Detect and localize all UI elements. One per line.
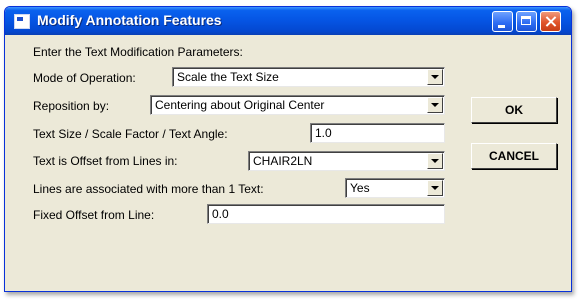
modify-annotation-dialog: Modify Annotation Features Enter the Tex… (4, 6, 572, 292)
minimize-icon[interactable] (492, 11, 513, 32)
text-size-value: 1.0 (315, 126, 332, 140)
window-title: Modify Annotation Features (37, 12, 222, 28)
ok-button[interactable]: OK (471, 97, 557, 123)
maximize-icon[interactable] (516, 11, 537, 32)
offset-lines-label: Text is Offset from Lines in: (33, 154, 178, 168)
chevron-down-icon[interactable] (427, 97, 443, 113)
reposition-by-label: Reposition by: (33, 99, 110, 113)
multi-text-label: Lines are associated with more than 1 Te… (33, 182, 264, 196)
chevron-down-icon[interactable] (427, 153, 443, 169)
chevron-down-icon[interactable] (427, 180, 443, 196)
text-size-label: Text Size / Scale Factor / Text Angle: (33, 127, 228, 141)
fixed-offset-input[interactable]: 0.0 (207, 204, 445, 224)
mode-of-operation-select[interactable]: Scale the Text Size (172, 67, 445, 87)
close-icon[interactable] (540, 11, 561, 32)
reposition-by-select[interactable]: Centering about Original Center (150, 95, 445, 115)
text-size-input[interactable]: 1.0 (310, 123, 445, 143)
window-app-icon[interactable] (14, 14, 30, 29)
mode-of-operation-label: Mode of Operation: (33, 71, 136, 85)
fixed-offset-label: Fixed Offset from Line: (33, 208, 155, 222)
mode-of-operation-value: Scale the Text Size (177, 70, 279, 84)
offset-lines-select[interactable]: CHAIR2LN (248, 151, 445, 171)
reposition-by-value: Centering about Original Center (155, 98, 325, 112)
multi-text-select[interactable]: Yes (345, 178, 445, 198)
parameters-heading: Enter the Text Modification Parameters: (33, 45, 243, 59)
offset-lines-value: CHAIR2LN (253, 154, 313, 168)
chevron-down-icon[interactable] (427, 69, 443, 85)
multi-text-value: Yes (350, 181, 370, 195)
fixed-offset-value: 0.0 (212, 207, 229, 221)
cancel-button[interactable]: CANCEL (471, 143, 557, 169)
title-bar[interactable]: Modify Annotation Features (5, 7, 571, 35)
